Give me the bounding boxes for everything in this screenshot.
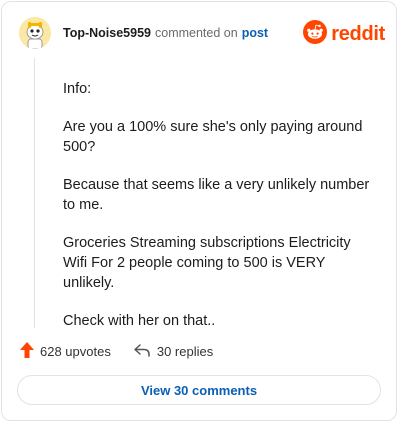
comment-paragraph: Are you a 100% sure she's only paying ar… <box>63 119 363 155</box>
replies-button[interactable]: 30 replies <box>133 343 213 360</box>
upvote-count: 628 upvotes <box>40 344 111 359</box>
comment-body: Info: Are you a 100% sure she's only pay… <box>63 79 375 349</box>
thread-line[interactable] <box>34 58 35 328</box>
avatar[interactable] <box>19 17 51 49</box>
reddit-logo-icon <box>303 20 328 49</box>
comment-card: Top-Noise5959 commented on post reddit I… <box>1 1 397 421</box>
upvote-button[interactable]: 628 upvotes <box>20 342 111 361</box>
author-name[interactable]: Top-Noise5959 <box>63 26 151 40</box>
post-link[interactable]: post <box>242 26 268 40</box>
reddit-brand[interactable]: reddit <box>303 20 385 49</box>
comment-stats: 628 upvotes 30 replies <box>20 342 235 361</box>
comment-meta: Top-Noise5959 commented on post <box>63 26 268 40</box>
comment-paragraph: Check with her on that.. <box>63 313 216 329</box>
commented-on-text: commented on <box>155 26 238 40</box>
comment-paragraph: Because that seems like a very unlikely … <box>63 177 370 213</box>
comment-header: Top-Noise5959 commented on post reddit <box>19 16 385 50</box>
view-comments-button[interactable]: View 30 comments <box>17 375 381 405</box>
comment-paragraph: Groceries Streaming subscriptions Electr… <box>63 235 351 291</box>
comment-paragraph: Info: <box>63 81 92 97</box>
reply-count: 30 replies <box>156 344 214 359</box>
upvote-arrow-icon <box>20 342 34 361</box>
reddit-wordmark: reddit <box>331 23 385 45</box>
reply-arrow-icon <box>133 343 151 360</box>
